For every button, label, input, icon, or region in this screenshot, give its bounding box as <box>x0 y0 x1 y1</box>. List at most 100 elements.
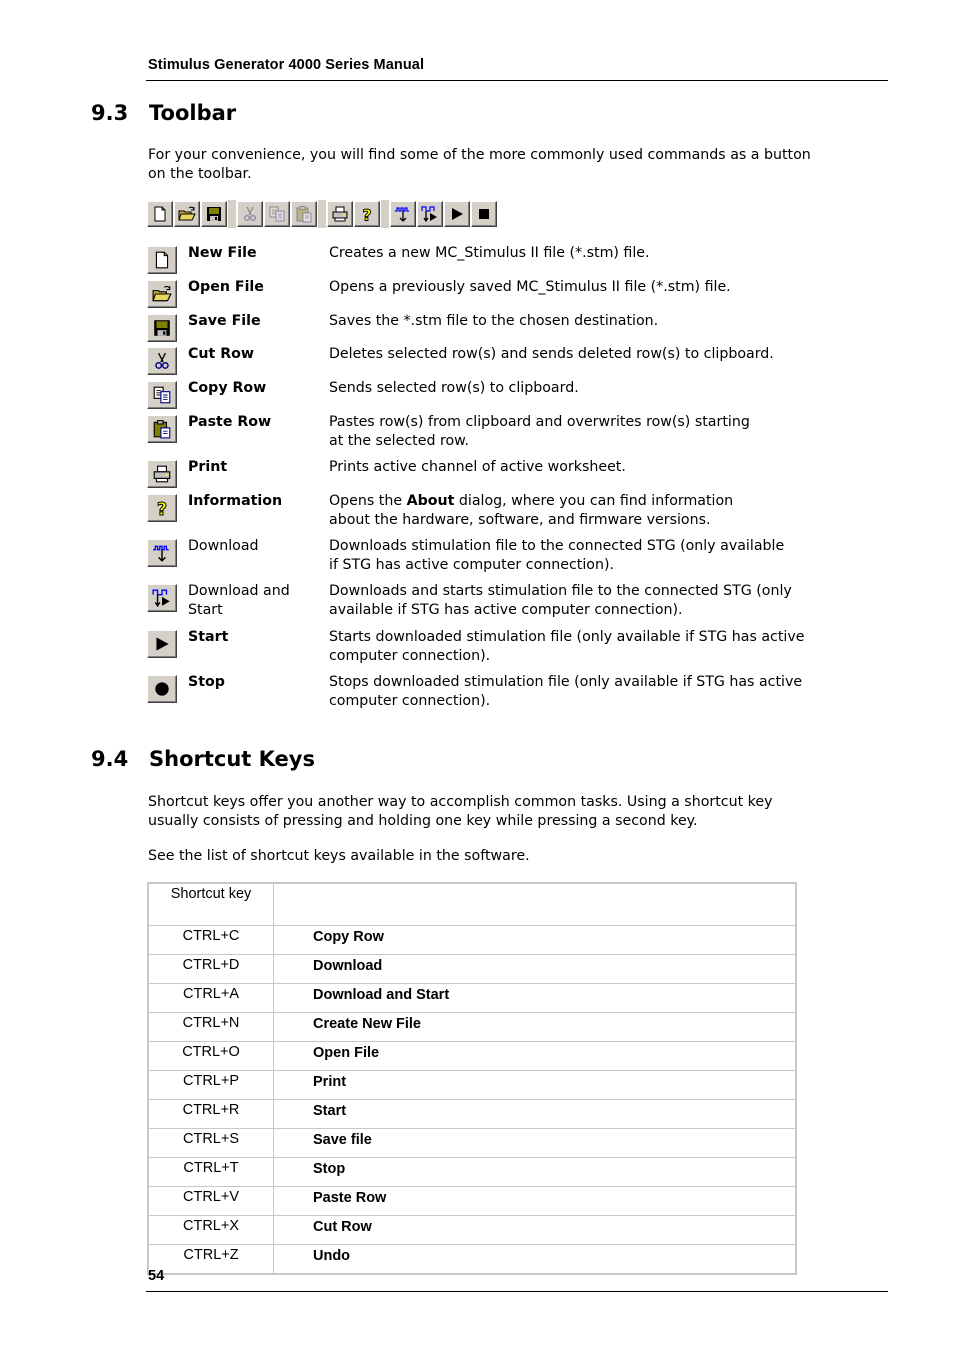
table-row: CTRL+A Download and Start <box>147 983 797 1013</box>
item-description: Deletes selected row(s) and sends delete… <box>329 346 774 362</box>
download-start-icon <box>147 584 177 612</box>
help-icon: ? <box>358 205 376 223</box>
print-icon <box>147 460 177 488</box>
table-row: CTRL+R Start <box>147 1099 797 1129</box>
desc-bold-text: About <box>406 493 455 509</box>
name-line: Download and <box>188 583 290 599</box>
shortcut-key-cell: CTRL+Z <box>147 1244 274 1275</box>
item-description: Pastes row(s) from clipboard and overwri… <box>329 413 849 451</box>
shortcut-key-cell: CTRL+O <box>147 1041 274 1071</box>
copy-icon <box>268 205 286 223</box>
toolbar-cut-row-button[interactable] <box>237 201 263 227</box>
item-name: Copy Row <box>188 380 267 396</box>
table-row: CTRL+P Print <box>147 1070 797 1100</box>
desc-text: Opens the <box>329 493 407 509</box>
paste-icon <box>147 415 177 443</box>
toolbar-information-button[interactable]: ? <box>354 201 380 227</box>
desc-line: Stops downloaded stimulation file (only … <box>329 674 803 690</box>
item-name: Open File <box>188 279 264 295</box>
shortcut-action-cell: Download and Start <box>273 983 797 1013</box>
toolbar-separator <box>318 200 326 228</box>
toolbar-paste-row-button[interactable] <box>291 201 317 227</box>
table-row: CTRL+Z Undo <box>147 1244 797 1275</box>
name-line: Start <box>188 602 223 618</box>
shortcut-key-cell: CTRL+V <box>147 1186 274 1216</box>
toolbar-separator <box>228 200 236 228</box>
shortcut-key-cell: CTRL+T <box>147 1157 274 1187</box>
shortcut-action-cell: Create New File <box>273 1012 797 1042</box>
shortcut-action-cell: Start <box>273 1099 797 1129</box>
item-description: Starts downloaded stimulation file (only… <box>329 628 849 666</box>
download-icon <box>147 539 177 567</box>
toolbar-stop-button[interactable] <box>471 201 497 227</box>
item-description: Prints active channel of active workshee… <box>329 459 626 475</box>
shortcut-table: Shortcut key CTRL+C Copy Row CTRL+D Downloa… <box>147 882 797 1275</box>
section-heading-shortcuts: 9.4 Shortcut Keys <box>91 747 491 775</box>
item-name: Cut Row <box>188 346 255 362</box>
shortcut-action-cell: Cut Row <box>273 1215 797 1245</box>
item-name: Stop <box>188 674 225 690</box>
desc-line: about the hardware, software, and firmwa… <box>329 512 711 528</box>
desc-line: computer connection). <box>329 648 491 664</box>
item-name: Paste Row <box>188 414 272 430</box>
save-file-icon <box>147 314 177 342</box>
shortcut-key-cell: CTRL+A <box>147 983 274 1013</box>
item-name: Download and Start <box>188 582 328 620</box>
shortcut-action-cell: Paste Row <box>273 1186 797 1216</box>
download-start-icon <box>421 205 439 223</box>
download-icon <box>394 205 412 223</box>
toolbar-intro: For your convenience, you will find some… <box>148 146 868 184</box>
save-file-icon <box>205 205 223 223</box>
shortcut-key-cell: CTRL+X <box>147 1215 274 1245</box>
svg-text:?: ? <box>362 206 371 224</box>
shortcut-action-cell: Download <box>273 954 797 984</box>
new-file-icon <box>147 246 177 274</box>
cut-icon <box>147 347 177 375</box>
new-file-icon <box>151 205 169 223</box>
toolbar-copy-row-button[interactable] <box>264 201 290 227</box>
toolbar-save-file-button[interactable] <box>201 201 227 227</box>
play-icon <box>147 630 177 658</box>
shortcut-key-cell: CTRL+N <box>147 1012 274 1042</box>
running-header: Stimulus Generator 4000 Series Manual <box>148 57 425 73</box>
shortcut-action-cell: Save file <box>273 1128 797 1158</box>
toolbar-start-button[interactable] <box>444 201 470 227</box>
section-number: 9.3 <box>91 101 129 125</box>
intro-line: on the toolbar. <box>148 166 252 182</box>
desc-line: Pastes row(s) from clipboard and overwri… <box>329 414 750 430</box>
toolbar-print-button[interactable] <box>327 201 353 227</box>
shortcut-key-cell: CTRL+C <box>147 925 274 955</box>
table-row: CTRL+T Stop <box>147 1157 797 1187</box>
section-title: Toolbar <box>149 101 237 125</box>
desc-line: Starts downloaded stimulation file (only… <box>329 629 805 645</box>
toolbar-new-file-button[interactable] <box>147 201 173 227</box>
desc-line: available if STG has active computer con… <box>329 602 683 618</box>
cut-icon <box>241 205 259 223</box>
item-name: Information <box>188 493 283 509</box>
play-icon <box>448 205 466 223</box>
header-rule <box>146 80 888 81</box>
shortcut-action-cell: Undo <box>273 1244 797 1275</box>
shortcuts-see-list: See the list of shortcut keys available … <box>148 848 530 864</box>
page-number: 54 <box>148 1268 165 1284</box>
toolbar-download-start-button[interactable] <box>417 201 443 227</box>
toolbar: ? <box>147 199 498 229</box>
toolbar-open-file-button[interactable] <box>174 201 200 227</box>
section-heading-toolbar: 9.3 Toolbar <box>91 101 491 129</box>
desc-line: Opens the About dialog, where you can fi… <box>329 492 849 511</box>
item-description: Saves the *.stm file to the chosen desti… <box>329 313 659 329</box>
print-icon <box>331 205 349 223</box>
paste-icon <box>295 205 313 223</box>
footer-rule <box>146 1291 888 1292</box>
desc-line: Downloads stimulation file to the connec… <box>329 538 785 554</box>
shortcut-action-cell: Print <box>273 1070 797 1100</box>
item-description: Downloads stimulation file to the connec… <box>329 537 849 575</box>
item-description: Downloads and starts stimulation file to… <box>329 582 849 620</box>
svg-text:?: ? <box>157 500 167 518</box>
header-cell-shortcut: Shortcut key <box>147 882 274 926</box>
table-row: CTRL+D Download <box>147 954 797 984</box>
desc-line: at the selected row. <box>329 433 469 449</box>
toolbar-download-button[interactable] <box>390 201 416 227</box>
item-name: Download <box>188 538 259 554</box>
open-file-icon <box>147 280 177 308</box>
